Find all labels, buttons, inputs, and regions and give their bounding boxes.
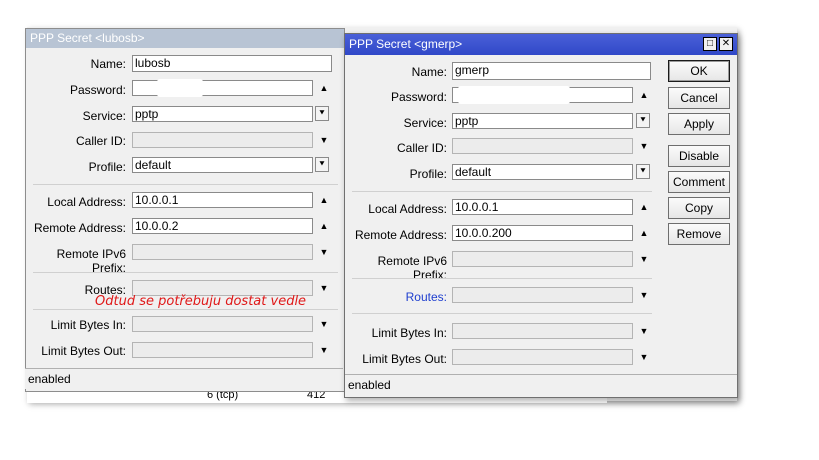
cancel-button[interactable]: Cancel <box>668 87 730 109</box>
comment-button[interactable]: Comment <box>668 171 730 193</box>
name-field[interactable]: lubosb <box>132 55 332 72</box>
chevron-down-icon[interactable]: ▼ <box>317 245 331 259</box>
remote-address-label: Remote Address: <box>354 228 447 242</box>
collapse-up-icon[interactable]: ▲ <box>637 200 651 214</box>
disable-button[interactable]: Disable <box>668 145 730 167</box>
routes-field[interactable] <box>452 287 633 303</box>
remote-address-field[interactable]: 10.0.0.2 <box>132 218 313 234</box>
limit-bytes-out-field[interactable] <box>132 342 313 358</box>
chevron-down-icon[interactable]: ▼ <box>637 350 651 364</box>
collapse-up-icon[interactable]: ▲ <box>317 193 331 207</box>
collapse-up-icon[interactable]: ▲ <box>317 81 331 95</box>
dropdown-icon[interactable]: ⯆ <box>636 113 650 128</box>
remote-address-field[interactable]: 10.0.0.200 <box>452 225 633 241</box>
service-label: Service: <box>82 109 126 123</box>
password-label: Password: <box>69 83 126 97</box>
caller-id-field[interactable] <box>132 132 313 148</box>
separator <box>33 309 338 310</box>
local-address-field[interactable]: 10.0.0.1 <box>452 199 633 215</box>
chevron-down-icon[interactable]: ▼ <box>637 252 651 266</box>
dropdown-icon[interactable]: ⯆ <box>636 164 650 179</box>
password-redaction <box>458 86 570 104</box>
profile-label: Profile: <box>88 160 126 174</box>
separator <box>33 184 338 185</box>
caller-id-label: Caller ID: <box>396 141 447 155</box>
maximize-icon[interactable]: □ <box>703 37 717 51</box>
service-label: Service: <box>403 116 447 130</box>
ok-button[interactable]: OK <box>668 60 730 82</box>
service-select[interactable]: pptp <box>452 113 633 129</box>
collapse-up-icon[interactable]: ▲ <box>637 88 651 102</box>
local-address-label: Local Address: <box>368 202 447 216</box>
name-label: Name: <box>90 57 126 71</box>
local-address-field[interactable]: 10.0.0.1 <box>132 192 313 208</box>
collapse-up-icon[interactable]: ▲ <box>637 226 651 240</box>
chevron-down-icon[interactable]: ▼ <box>317 343 331 357</box>
local-address-label: Local Address: <box>47 195 126 209</box>
profile-select[interactable]: default <box>132 157 313 173</box>
chevron-down-icon[interactable]: ▼ <box>637 139 651 153</box>
caller-id-field[interactable] <box>452 138 633 154</box>
chevron-down-icon[interactable]: ▼ <box>637 324 651 338</box>
close-icon[interactable]: ✕ <box>719 37 733 51</box>
password-label: Password: <box>390 90 447 104</box>
service-select[interactable]: pptp <box>132 106 313 122</box>
profile-select[interactable]: default <box>452 164 633 180</box>
password-redaction <box>157 79 203 97</box>
remote-ipv6-label: Remote IPv6 Prefix: <box>56 247 126 275</box>
limit-bytes-out-field[interactable] <box>452 349 633 365</box>
status-bar: enabled <box>25 368 343 389</box>
remote-ipv6-field[interactable] <box>452 251 633 267</box>
chevron-down-icon[interactable]: ▼ <box>317 281 331 295</box>
remote-address-label: Remote Address: <box>33 221 126 235</box>
window-title[interactable]: PPP Secret <gmerp> <box>345 34 737 55</box>
status-bar: enabled <box>345 374 737 397</box>
annotation-text: Odtud se potřebuju dostat vedle <box>95 294 307 309</box>
profile-label: Profile: <box>409 167 447 181</box>
separator <box>33 272 338 273</box>
separator <box>352 313 652 314</box>
limit-bytes-out-label: Limit Bytes Out: <box>41 344 126 358</box>
chevron-down-icon[interactable]: ▼ <box>317 133 331 147</box>
separator <box>352 278 652 279</box>
remote-ipv6-field[interactable] <box>132 244 313 260</box>
apply-button[interactable]: Apply <box>668 113 730 135</box>
remove-button[interactable]: Remove <box>668 223 730 245</box>
caller-id-label: Caller ID: <box>75 134 126 148</box>
name-field[interactable]: gmerp <box>452 62 651 80</box>
chevron-down-icon[interactable]: ▼ <box>637 288 651 302</box>
chevron-down-icon[interactable]: ▼ <box>317 317 331 331</box>
limit-bytes-in-label: Limit Bytes In: <box>50 318 126 332</box>
limit-bytes-out-label: Limit Bytes Out: <box>362 352 447 366</box>
name-label: Name: <box>411 65 447 79</box>
copy-button[interactable]: Copy <box>668 197 730 219</box>
limit-bytes-in-field[interactable] <box>452 323 633 339</box>
separator <box>352 191 652 192</box>
routes-label[interactable]: Routes: <box>350 290 447 304</box>
collapse-up-icon[interactable]: ▲ <box>317 219 331 233</box>
dropdown-icon[interactable]: ⯆ <box>315 106 329 121</box>
limit-bytes-in-label: Limit Bytes In: <box>371 326 447 340</box>
limit-bytes-in-field[interactable] <box>132 316 313 332</box>
dropdown-icon[interactable]: ⯆ <box>315 157 329 172</box>
window-title[interactable]: PPP Secret <lubosb> <box>26 29 344 48</box>
